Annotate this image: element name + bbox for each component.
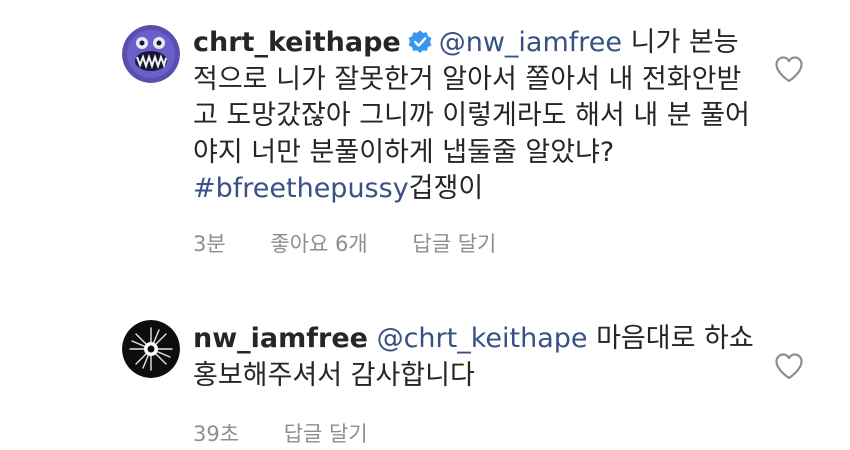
likes-count[interactable]: 좋아요 6개 — [270, 232, 367, 256]
heart-outline-icon[interactable] — [774, 352, 804, 380]
comment-message-tail: 겁쟁이 — [408, 173, 484, 204]
comment-meta: 3분 좋아요 6개 답글 달기 — [193, 228, 534, 258]
avatar[interactable] — [122, 25, 180, 83]
reply-button[interactable]: 답글 달기 — [412, 232, 496, 256]
hashtag-link[interactable]: #bfreethepussy — [193, 173, 409, 204]
comment-text: nw_iamfree @chrt_keithape 마음대로 하쇼 홍보해주셔서… — [193, 321, 758, 394]
mention-link[interactable]: @nw_iamfree — [439, 27, 622, 58]
spiky-logo-avatar-icon — [122, 320, 180, 378]
verified-badge-icon — [408, 30, 432, 54]
monster-avatar-icon — [122, 25, 180, 83]
comment-time: 3분 — [193, 232, 226, 256]
comment-username[interactable]: chrt_keithape — [193, 27, 401, 58]
reply-button[interactable]: 답글 달기 — [284, 422, 368, 446]
comment-time: 39초 — [193, 422, 240, 446]
mention-link[interactable]: @chrt_keithape — [377, 323, 588, 354]
comment-meta: 39초 답글 달기 — [193, 418, 406, 448]
comment-text: chrt_keithape @nw_iamfree 니가 본능적으로 니가 잘못… — [193, 25, 758, 208]
avatar[interactable] — [122, 320, 180, 378]
comment-username[interactable]: nw_iamfree — [193, 323, 368, 354]
heart-outline-icon[interactable] — [774, 55, 804, 83]
